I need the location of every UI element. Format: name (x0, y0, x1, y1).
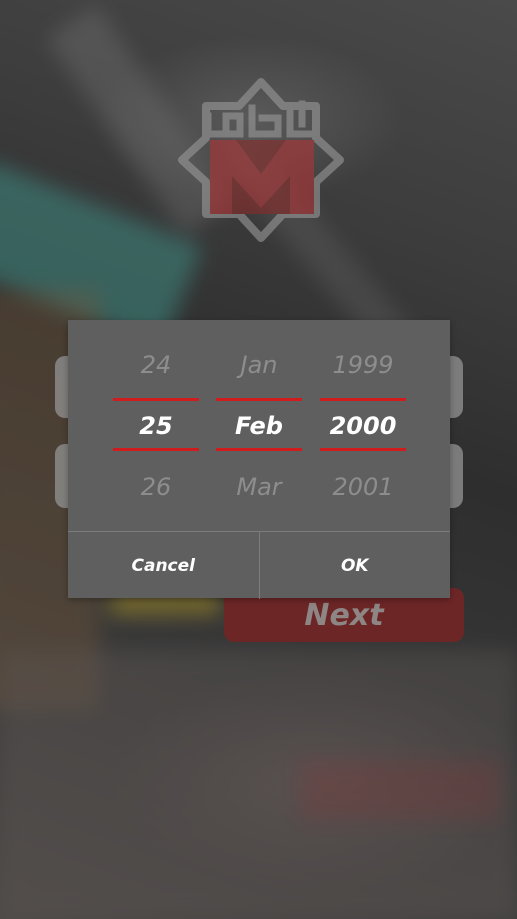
day-selected-option[interactable]: 25 (113, 411, 199, 441)
day-divider-bottom (113, 448, 199, 451)
ok-button[interactable]: OK (260, 532, 451, 599)
day-wheel[interactable]: 24 25 26 (113, 320, 199, 530)
year-divider-bottom (320, 448, 406, 451)
day-prev-option[interactable]: 24 (113, 350, 199, 380)
background-floor-marking (300, 760, 500, 820)
date-of-birth-screen: Next 24 25 26 Jan Feb Mar 1999 2000 2001… (0, 0, 517, 919)
dialog-actions: Cancel OK (68, 531, 450, 599)
year-divider-top (320, 398, 406, 401)
date-picker-dialog: 24 25 26 Jan Feb Mar 1999 2000 2001 Canc… (68, 320, 450, 599)
month-selected-option[interactable]: Feb (216, 411, 302, 441)
cancel-button[interactable]: Cancel (68, 532, 260, 599)
month-divider-bottom (216, 448, 302, 451)
metro-logo (178, 78, 344, 242)
day-divider-top (113, 398, 199, 401)
day-next-option[interactable]: 26 (113, 472, 199, 502)
month-divider-top (216, 398, 302, 401)
date-picker-wheels: 24 25 26 Jan Feb Mar 1999 2000 2001 (68, 320, 450, 530)
year-wheel[interactable]: 1999 2000 2001 (320, 320, 406, 530)
year-selected-option[interactable]: 2000 (320, 411, 406, 441)
month-wheel[interactable]: Jan Feb Mar (216, 320, 302, 530)
month-prev-option[interactable]: Jan (216, 350, 302, 380)
year-next-option[interactable]: 2001 (320, 472, 406, 502)
month-next-option[interactable]: Mar (216, 472, 302, 502)
year-prev-option[interactable]: 1999 (320, 350, 406, 380)
